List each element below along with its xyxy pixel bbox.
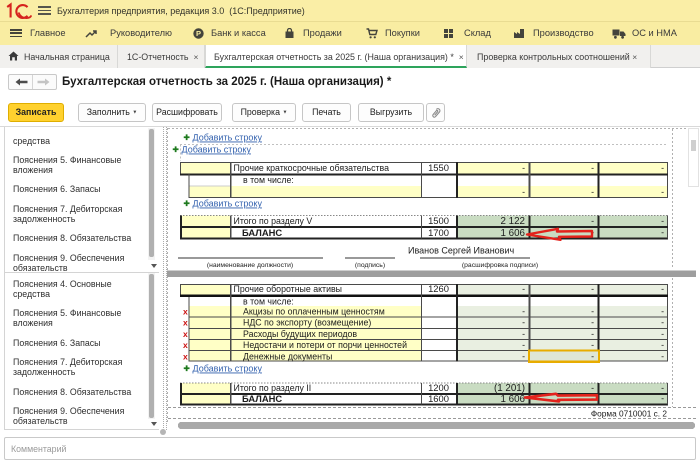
svg-text:-: - [522,163,525,173]
svg-text:-: - [661,340,664,350]
svg-text:БАЛАНС: БАЛАНС [242,393,282,404]
svg-text:-: - [522,284,525,294]
svg-text:Добавить строку: Добавить строку [193,364,263,374]
svg-text:БАЛАНС: БАЛАНС [242,227,282,238]
svg-text:Прочие краткосрочные обязатель: Прочие краткосрочные обязательства [234,163,390,173]
svg-text:✚: ✚ [184,199,191,208]
svg-text:Акцизы по оплаченным ценностям: Акцизы по оплаченным ценностям [243,307,385,317]
svg-text:НДС по экспорту (возмещение): НДС по экспорту (возмещение) [243,318,371,328]
svg-text:✚: ✚ [173,145,180,154]
svg-text:-: - [591,163,594,173]
svg-text:1700: 1700 [428,227,449,238]
svg-text:x: x [183,318,188,328]
svg-text:-: - [522,187,525,197]
svg-text:1200: 1200 [428,382,449,393]
svg-text:в том числе:: в том числе: [243,297,294,307]
svg-text:-: - [522,340,525,350]
svg-text:x: x [183,340,188,350]
svg-text:-: - [661,329,664,339]
svg-text:-: - [522,318,525,328]
svg-text:1600: 1600 [428,393,449,404]
svg-text:-: - [591,351,594,361]
svg-text:✚: ✚ [184,133,191,142]
svg-text:-: - [661,383,664,393]
svg-text:-: - [661,351,664,361]
svg-text:1550: 1550 [428,162,449,173]
svg-text:Добавить строку: Добавить строку [182,145,252,155]
svg-text:-: - [522,307,525,317]
svg-text:-: - [591,340,594,350]
svg-text:x: x [183,351,188,361]
svg-text:-: - [591,307,594,317]
svg-text:-: - [661,394,664,404]
svg-text:(1 201): (1 201) [494,383,525,394]
svg-text:-: - [591,216,594,226]
svg-text:x: x [183,329,188,339]
svg-text:Иванов Сергей Иванович: Иванов Сергей Иванович [408,246,514,256]
svg-text:(подпись): (подпись) [355,262,385,269]
svg-text:-: - [661,318,664,328]
svg-text:Форма 0710001 с. 2: Форма 0710001 с. 2 [591,409,668,419]
svg-text:-: - [522,351,525,361]
svg-text:-: - [591,318,594,328]
svg-text:-: - [661,187,664,197]
svg-text:Денежные документы: Денежные документы [243,351,332,361]
svg-text:Недостачи и потери от порчи це: Недостачи и потери от порчи ценностей [243,340,407,350]
svg-text:-: - [661,216,664,226]
svg-text:✚: ✚ [184,364,191,373]
svg-text:(расшифровка подписи): (расшифровка подписи) [462,262,538,269]
svg-text:-: - [591,284,594,294]
svg-text:Добавить строку: Добавить строку [193,133,263,143]
svg-text:(наименование должности): (наименование должности) [207,262,293,269]
svg-text:1 606: 1 606 [500,394,525,405]
svg-text:-: - [661,163,664,173]
svg-text:Итого по разделу II: Итого по разделу II [234,383,312,393]
svg-text:Добавить строку: Добавить строку [193,199,263,209]
svg-text:-: - [661,284,664,294]
svg-text:-: - [591,187,594,197]
svg-text:-: - [591,329,594,339]
svg-text:1500: 1500 [428,215,449,226]
svg-text:Прочие оборотные активы: Прочие оборотные активы [234,284,343,294]
svg-text:x: x [183,307,188,317]
svg-text:-: - [591,383,594,393]
svg-text:Расходы будущих периодов: Расходы будущих периодов [243,329,357,339]
svg-text:в том числе:: в том числе: [243,175,294,185]
svg-text:-: - [661,307,664,317]
svg-text:1260: 1260 [428,283,449,294]
svg-text:2 122: 2 122 [500,216,525,227]
svg-text:-: - [522,329,525,339]
svg-text:1 606: 1 606 [500,228,525,239]
svg-text:-: - [661,228,664,238]
svg-text:Итого по разделу V: Итого по разделу V [234,216,313,226]
